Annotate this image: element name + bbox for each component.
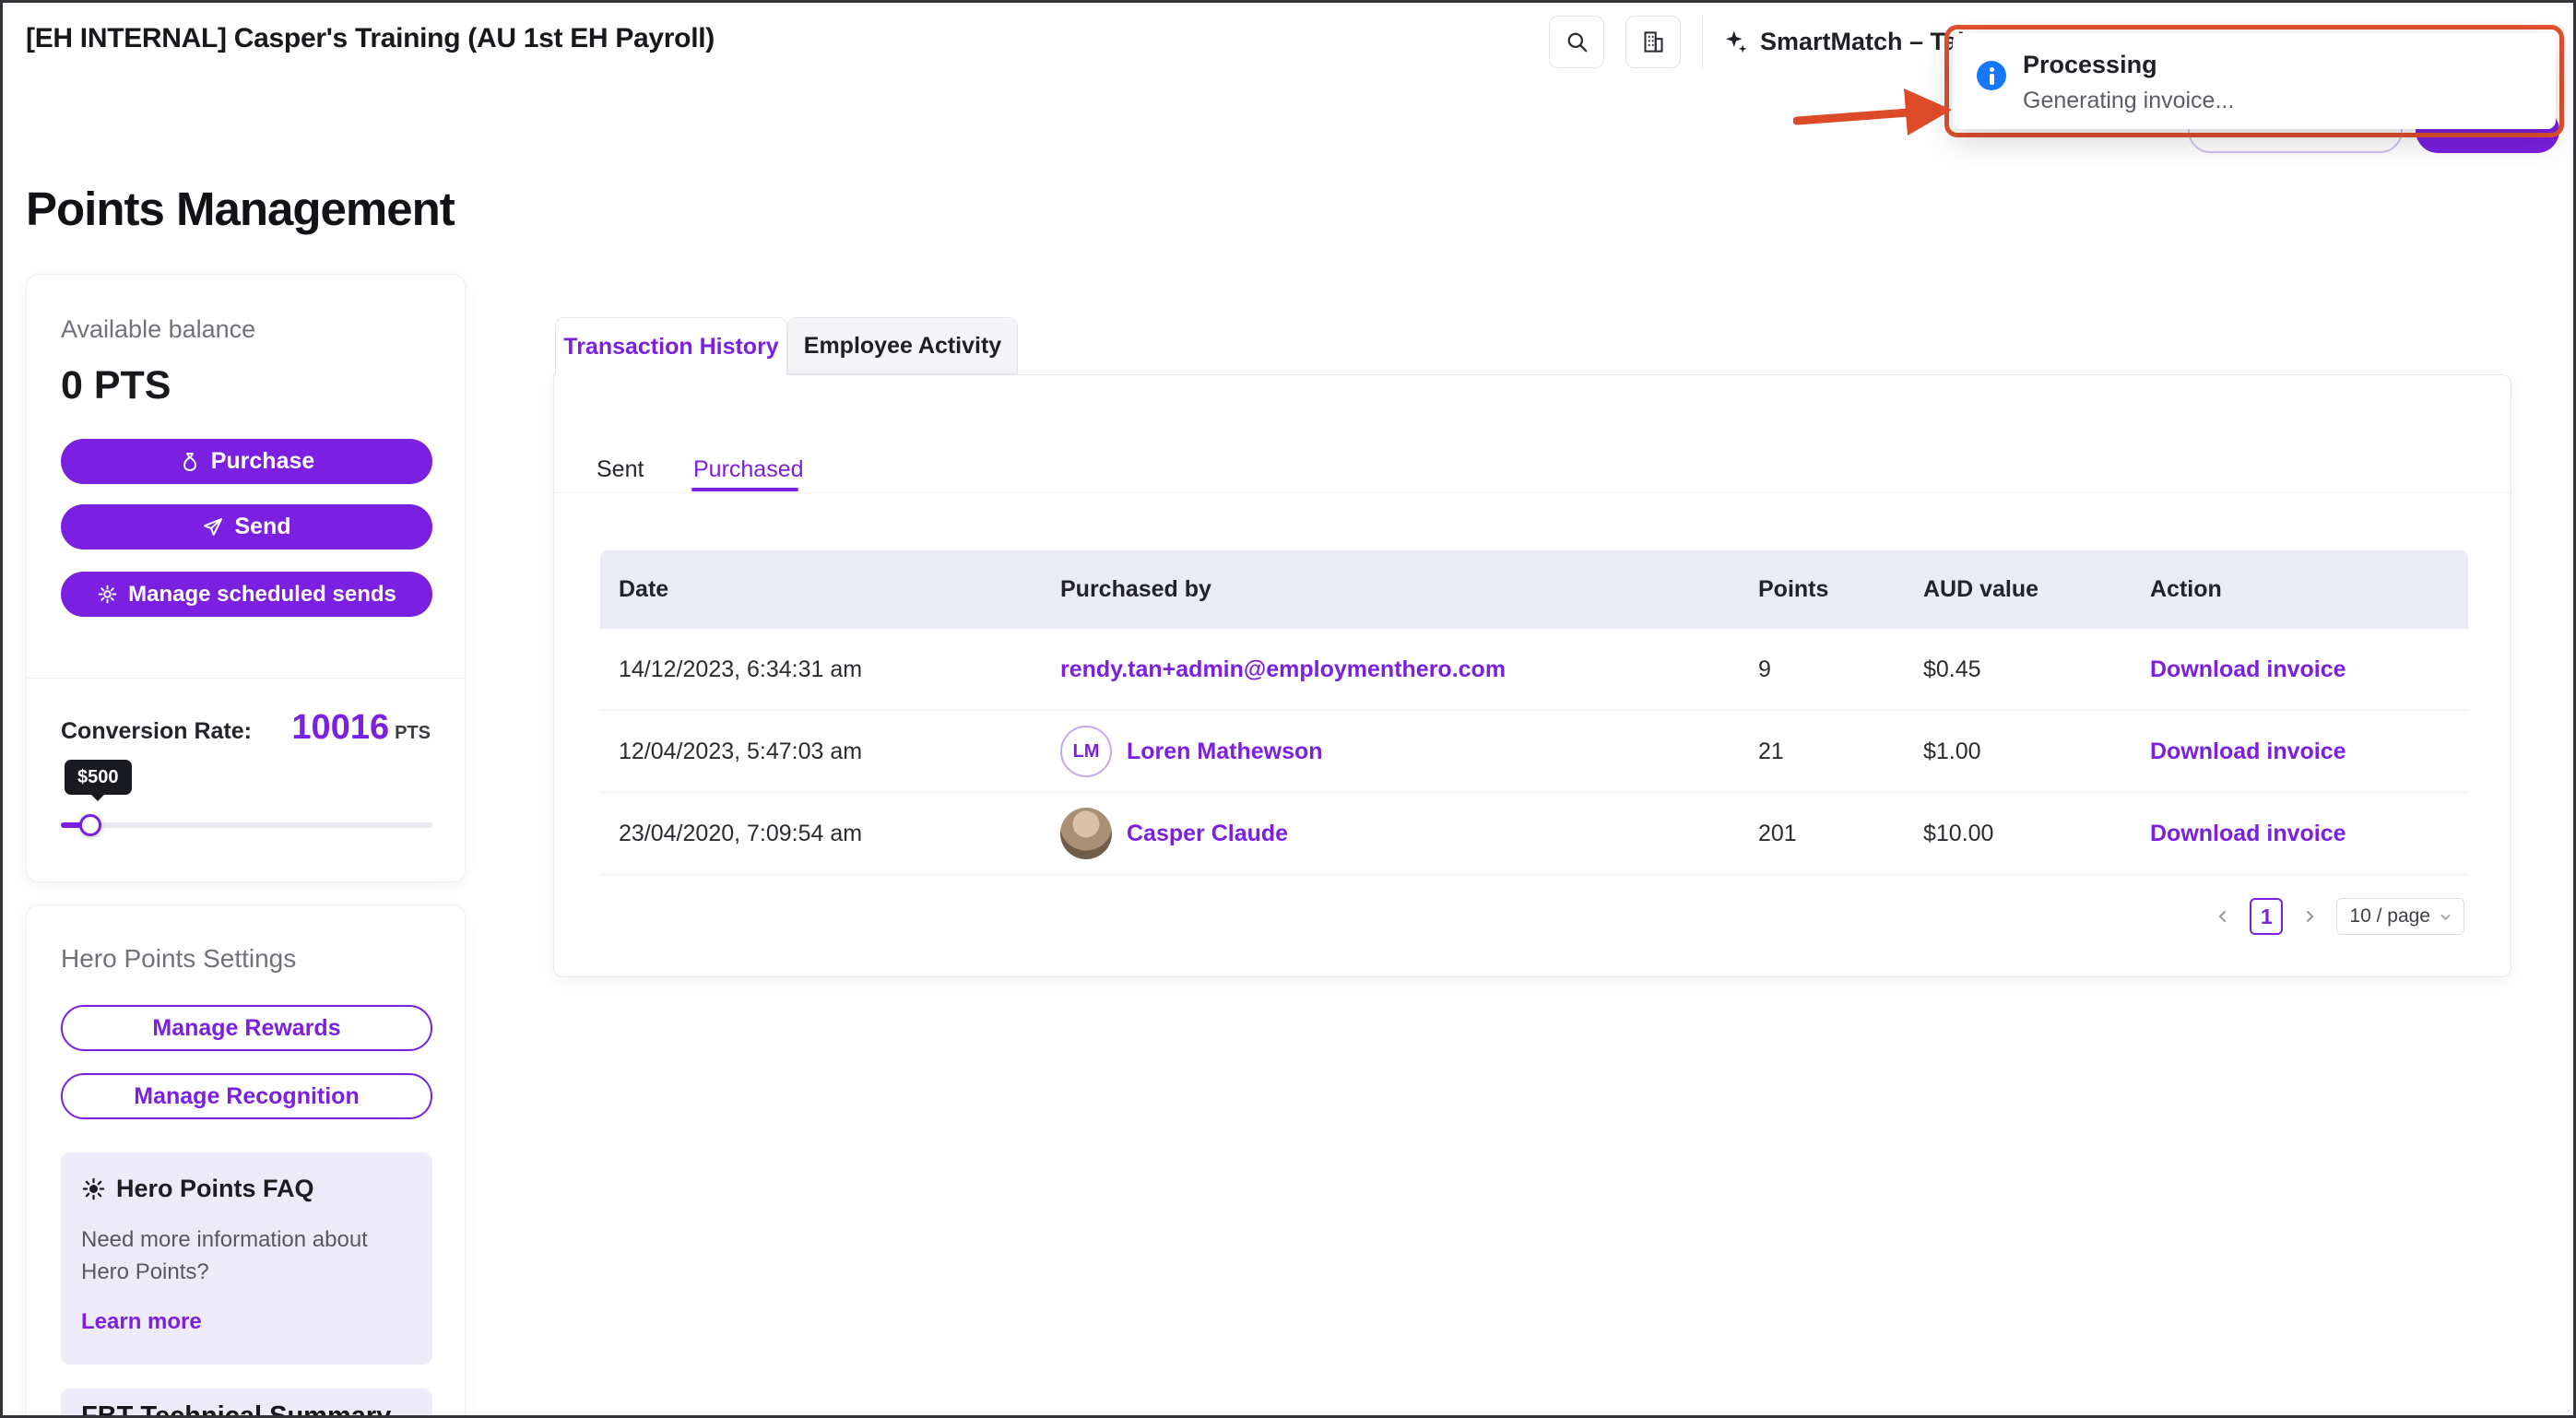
toast-title: Processing — [2023, 51, 2157, 79]
cell-points: 9 — [1740, 656, 1905, 683]
toast-notification: Processing Generating invoice... — [1953, 33, 2556, 129]
fbt-panel: FBT Technical Summary — [61, 1388, 432, 1418]
balance-label: Available balance — [61, 315, 255, 344]
page-size-value: 10 / page — [2349, 905, 2430, 928]
cell-aud-value: $1.00 — [1905, 739, 2132, 765]
pagination-page-1[interactable]: 1 — [2250, 898, 2283, 935]
chevron-left-icon — [2216, 909, 2230, 924]
purchaser-name-link[interactable]: Casper Claude — [1127, 821, 1288, 847]
column-header-purchased-by: Purchased by — [1042, 576, 1740, 603]
cell-date: 23/04/2020, 7:09:54 am — [600, 821, 1042, 847]
transaction-history-panel: Sent Purchased Date Purchased by Points … — [553, 374, 2511, 977]
table-header-row: Date Purchased by Points AUD value Actio… — [600, 550, 2468, 629]
tab-employee-activity[interactable]: Employee Activity — [787, 317, 1018, 374]
pagination-prev-button[interactable] — [2211, 898, 2235, 935]
faq-panel: Hero Points FAQ Need more information ab… — [61, 1152, 432, 1365]
table-row: 14/12/2023, 6:34:31 am rendy.tan+admin@e… — [600, 629, 2468, 711]
annotation-highlight-box: Processing Generating invoice... — [1944, 25, 2564, 137]
page-title: Points Management — [26, 182, 455, 236]
slider-tooltip: $500 — [65, 760, 132, 795]
manage-recognition-button[interactable]: Manage Recognition — [61, 1073, 432, 1119]
purchaser-name-link[interactable]: Loren Mathewson — [1127, 739, 1323, 765]
hero-points-settings-card: Hero Points Settings Manage Rewards Mana… — [26, 904, 466, 1418]
send-label: Send — [234, 514, 290, 540]
slider-thumb[interactable] — [79, 814, 101, 836]
faq-title: Hero Points FAQ — [116, 1175, 314, 1203]
settings-card-title: Hero Points Settings — [61, 944, 296, 974]
sparkle-icon — [1721, 29, 1749, 56]
manage-rewards-label: Manage Rewards — [152, 1015, 340, 1042]
conversion-points: 10016 — [291, 708, 389, 747]
purchase-label: Purchase — [211, 448, 315, 475]
cell-aud-value: $10.00 — [1905, 821, 2132, 847]
column-header-action: Action — [2132, 576, 2468, 603]
download-invoice-link[interactable]: Download invoice — [2150, 821, 2346, 847]
column-header-aud-value: AUD value — [1905, 576, 2132, 603]
manage-scheduled-sends-label: Manage scheduled sends — [128, 582, 396, 608]
pagination: 1 10 / page — [2211, 897, 2464, 936]
money-bag-icon — [179, 451, 201, 473]
slider-tooltip-value: $500 — [77, 767, 119, 788]
slider-track[interactable] — [61, 822, 432, 828]
card-divider — [27, 678, 465, 679]
conversion-rate-value: 10016 PTS — [291, 708, 431, 748]
app-title: [EH INTERNAL] Casper's Training (AU 1st … — [26, 23, 715, 54]
header-divider — [1702, 14, 1703, 69]
annotation-arrow-icon — [1793, 82, 1957, 145]
table-row: 23/04/2020, 7:09:54 am Casper Claude 201… — [600, 793, 2468, 875]
paper-plane-icon — [202, 516, 224, 538]
page-size-select[interactable]: 10 / page — [2336, 898, 2464, 935]
purchase-button[interactable]: Purchase — [61, 439, 432, 484]
cell-points: 201 — [1740, 821, 1905, 847]
tab-transaction-history[interactable]: Transaction History — [555, 317, 787, 375]
toast-message: Generating invoice... — [2023, 88, 2234, 114]
faq-body: Need more information about Hero Points? — [81, 1224, 385, 1289]
column-header-date: Date — [600, 576, 1042, 603]
subtab-divider — [554, 492, 2511, 493]
subtab-ink-bar — [691, 488, 798, 491]
learn-more-link[interactable]: Learn more — [81, 1309, 202, 1335]
column-header-points: Points — [1740, 576, 1905, 603]
fbt-title: FBT Technical Summary — [81, 1401, 391, 1418]
balance-value: 0 PTS — [61, 363, 171, 408]
building-icon — [1641, 30, 1666, 54]
pagination-next-button[interactable] — [2298, 898, 2322, 935]
download-invoice-link[interactable]: Download invoice — [2150, 739, 2346, 765]
avatar-initials: LM — [1060, 726, 1112, 777]
conversion-rate-label: Conversion Rate: — [61, 718, 252, 745]
cell-aud-value: $0.45 — [1905, 656, 2132, 683]
subtab-purchased[interactable]: Purchased — [693, 456, 804, 483]
app-window: [EH INTERNAL] Casper's Training (AU 1st … — [0, 0, 2576, 1418]
sun-icon — [81, 1176, 106, 1201]
manage-rewards-button[interactable]: Manage Rewards — [61, 1005, 432, 1051]
chevron-right-icon — [2302, 909, 2317, 924]
faq-title-row: Hero Points FAQ — [81, 1175, 314, 1203]
cell-date: 14/12/2023, 6:34:31 am — [600, 656, 1042, 683]
conversion-unit: PTS — [395, 723, 431, 743]
table-row: 12/04/2023, 5:47:03 am LM Loren Mathewso… — [600, 711, 2468, 793]
balance-card: Available balance 0 PTS Purchase Send Ma… — [26, 274, 466, 882]
organisation-button[interactable] — [1625, 16, 1681, 68]
send-button[interactable]: Send — [61, 504, 432, 549]
subtab-sent[interactable]: Sent — [597, 456, 644, 483]
purchaser-email-link[interactable]: rendy.tan+admin@employmenthero.com — [1060, 656, 1506, 683]
transactions-table: Date Purchased by Points AUD value Actio… — [600, 550, 2468, 875]
manage-recognition-label: Manage Recognition — [134, 1083, 359, 1110]
info-icon — [1977, 61, 2006, 90]
search-icon — [1565, 30, 1589, 54]
tooltip-caret — [91, 795, 104, 801]
cell-points: 21 — [1740, 739, 1905, 765]
manage-scheduled-sends-button[interactable]: Manage scheduled sends — [61, 572, 432, 617]
cell-date: 12/04/2023, 5:47:03 am — [600, 739, 1042, 765]
download-invoice-link[interactable]: Download invoice — [2150, 656, 2346, 683]
conversion-slider[interactable] — [61, 814, 432, 836]
avatar-photo — [1060, 808, 1112, 859]
gear-icon — [97, 584, 118, 605]
search-button[interactable] — [1549, 16, 1604, 68]
conversion-rate-row: Conversion Rate: 10016 PTS — [61, 708, 431, 748]
chevron-down-icon — [2440, 911, 2452, 923]
